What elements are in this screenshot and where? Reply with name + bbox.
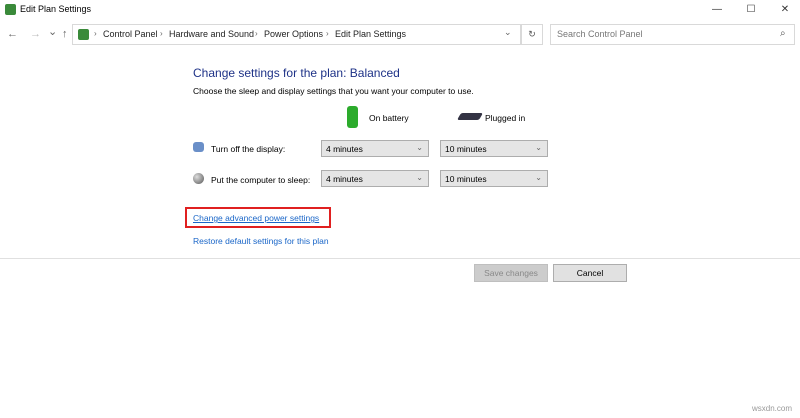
select-value: 10 minutes [445,174,487,184]
change-advanced-power-settings-link[interactable]: Change advanced power settings [193,213,319,223]
page-title: Change settings for the plan: Balanced [193,66,400,80]
cancel-button[interactable]: Cancel [553,264,627,282]
sleep-plugged-select[interactable]: 10 minutes ⌄ [440,170,548,187]
breadcrumb-control-panel[interactable]: Control Panel [103,29,158,39]
sleep-label: Put the computer to sleep: [211,175,311,185]
breadcrumb-power-options[interactable]: Power Options [264,29,323,39]
select-value: 4 minutes [326,144,363,154]
sleep-icon [193,173,204,184]
window-title: Edit Plan Settings [20,4,92,14]
plugged-in-header: Plugged in [485,113,526,123]
close-button[interactable]: ✕ [768,0,800,20]
back-button[interactable]: ← [7,28,18,40]
divider [0,258,800,259]
minimize-button[interactable]: — [700,0,734,20]
breadcrumb-separator: › [326,29,329,38]
on-battery-header: On battery [369,113,409,123]
maximize-button[interactable]: ☐ [734,0,768,20]
select-value: 4 minutes [326,174,363,184]
sleep-battery-select[interactable]: 4 minutes ⌄ [321,170,429,187]
battery-icon [347,106,358,128]
address-dropdown-button[interactable]: ⌄ [504,27,512,38]
refresh-button[interactable]: ↻ [521,24,543,45]
breadcrumb-separator: › [255,29,258,38]
search-icon[interactable]: ⌕ [780,28,786,39]
recent-locations-button[interactable]: ⌄ [48,25,57,38]
display-label: Turn off the display: [211,144,286,154]
breadcrumb-separator: › [160,29,163,38]
up-button[interactable]: ↑ [62,28,68,40]
chevron-down-icon: ⌄ [416,173,423,182]
chevron-down-icon: ⌄ [535,143,542,152]
power-plug-icon [456,113,484,120]
breadcrumb-hardware-and-sound[interactable]: Hardware and Sound [169,29,254,39]
page-subtitle: Choose the sleep and display settings th… [193,86,474,96]
control-panel-icon [78,29,89,40]
power-options-icon [5,4,16,15]
display-battery-select[interactable]: 4 minutes ⌄ [321,140,429,157]
chevron-down-icon: ⌄ [416,143,423,152]
select-value: 10 minutes [445,144,487,154]
display-icon [193,142,204,152]
restore-defaults-link[interactable]: Restore default settings for this plan [193,236,329,246]
breadcrumb-separator: › [94,29,97,38]
forward-button[interactable]: → [30,28,41,40]
breadcrumb-edit-plan-settings[interactable]: Edit Plan Settings [335,29,406,39]
display-plugged-select[interactable]: 10 minutes ⌄ [440,140,548,157]
chevron-down-icon: ⌄ [535,173,542,182]
watermark: wsxdn.com [752,404,793,413]
save-changes-button[interactable]: Save changes [474,264,548,282]
search-input[interactable]: Search Control Panel [550,24,795,45]
